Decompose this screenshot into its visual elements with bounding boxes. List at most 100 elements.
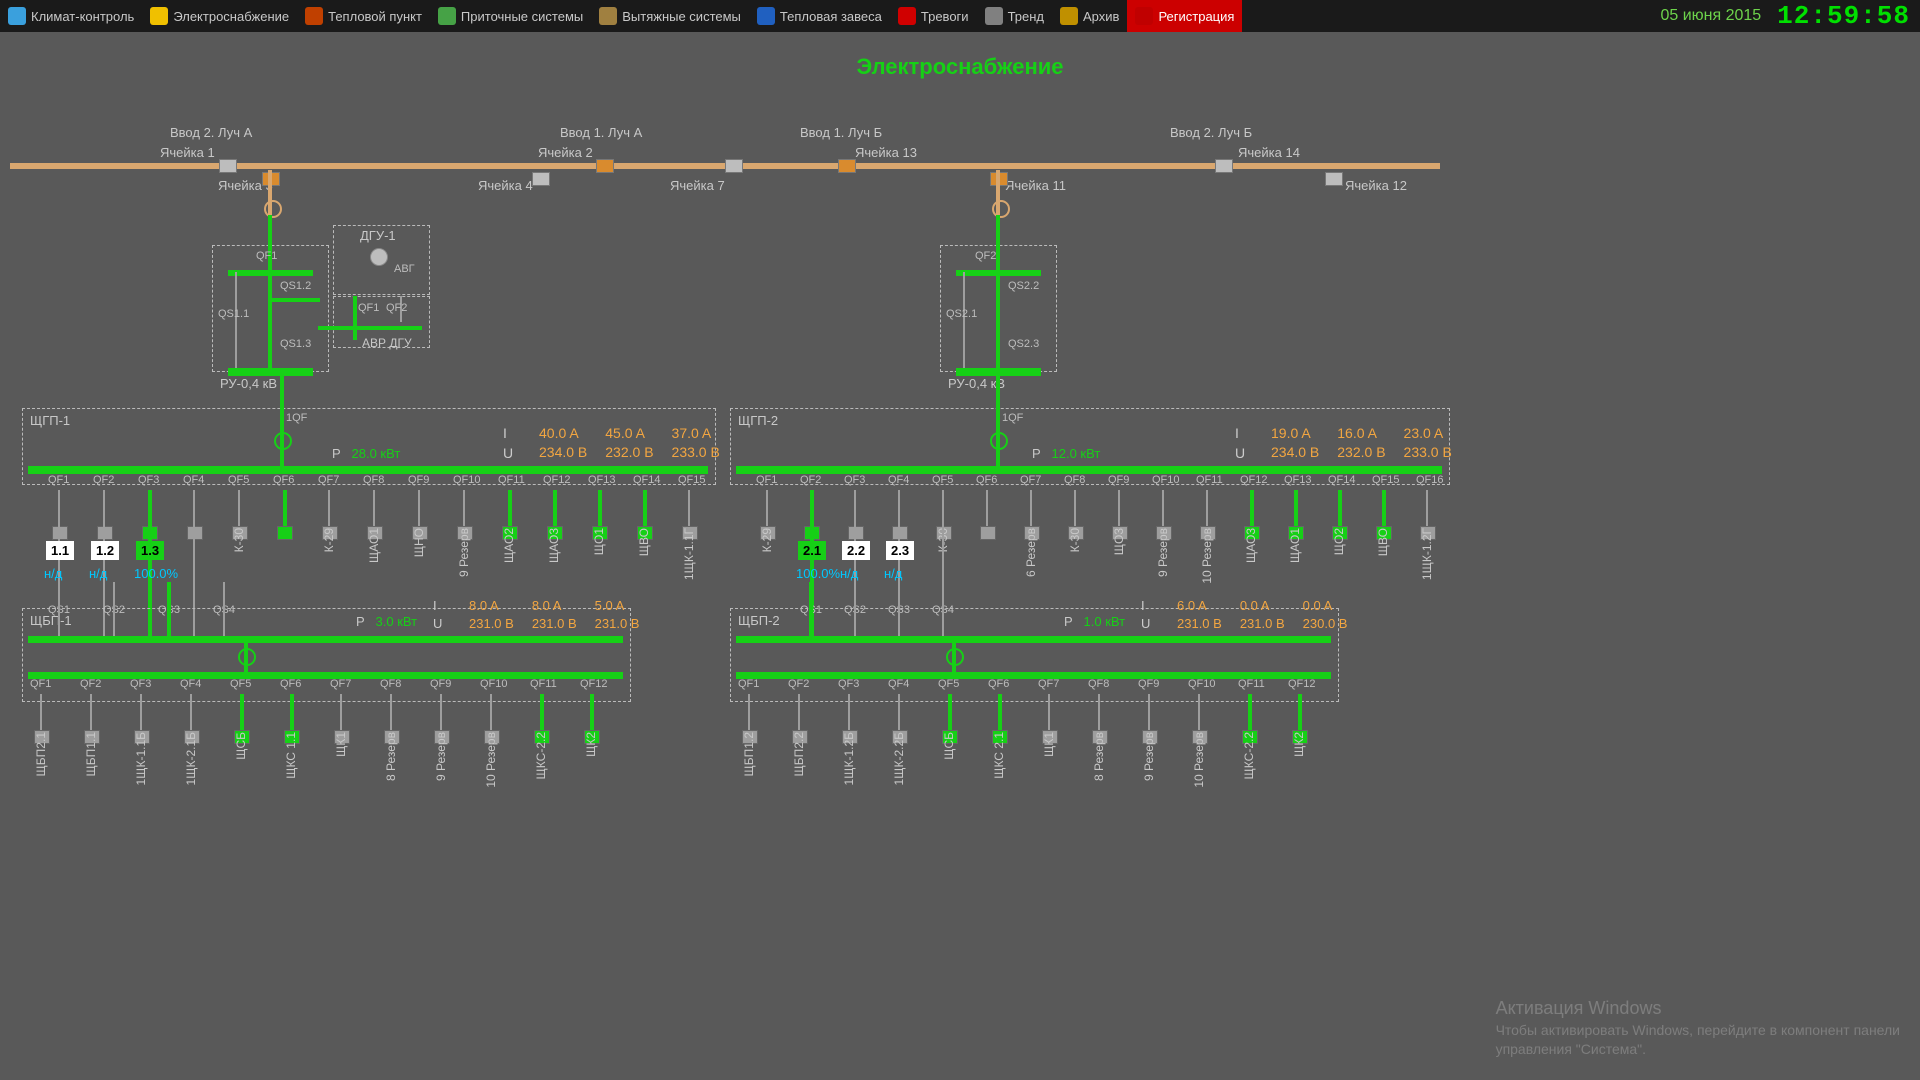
feeder-qf[interactable]: QF14 (1328, 474, 1356, 486)
feeder-qf[interactable]: QF3 (130, 678, 151, 690)
feeder-qf[interactable]: QF1 (738, 678, 759, 690)
feeder-qf[interactable]: QF5 (932, 474, 953, 486)
feeder-qf[interactable]: QF12 (1240, 474, 1268, 486)
sw-qf1[interactable]: QF1 (256, 250, 277, 262)
feeder-qf[interactable]: QF15 (678, 474, 706, 486)
feeder-qf[interactable]: QF11 (1196, 474, 1223, 486)
feeder-qf[interactable]: QF3 (838, 678, 859, 690)
feeder-qf[interactable]: QF1 (30, 678, 51, 690)
feeder-qf[interactable]: QF6 (273, 474, 294, 486)
feeder-qf[interactable]: QF13 (588, 474, 616, 486)
load-icon[interactable] (187, 526, 203, 540)
feeder-qf[interactable]: QF6 (976, 474, 997, 486)
ups-tag[interactable]: 2.3 (886, 541, 914, 560)
feeder-qf[interactable]: QF5 (938, 678, 959, 690)
feeder-qf[interactable]: QF11 (530, 678, 557, 690)
feeder-qf[interactable]: QF8 (380, 678, 401, 690)
sw-1qf-l[interactable]: 1QF (286, 412, 307, 424)
feeder-qf[interactable]: QF12 (543, 474, 571, 486)
closed-breaker-icon[interactable] (990, 432, 1008, 450)
load-icon[interactable] (848, 526, 864, 540)
ups-tag[interactable]: 1.2 (91, 541, 119, 560)
sw-dqf1[interactable]: QF1 (358, 302, 379, 314)
feeder-qf[interactable]: QF14 (633, 474, 661, 486)
feeder-qf[interactable]: QF9 (1138, 678, 1159, 690)
nav-2[interactable]: Тепловой пункт (297, 0, 430, 32)
feeder-qf[interactable]: QF7 (1038, 678, 1059, 690)
nav-8[interactable]: Архив (1052, 0, 1127, 32)
ups-tag[interactable]: 2.1 (798, 541, 826, 560)
breaker-icon[interactable] (532, 172, 550, 186)
feeder-qf[interactable]: QF9 (1108, 474, 1129, 486)
feeder-qf[interactable]: QF5 (230, 678, 251, 690)
nav-0[interactable]: Климат-контроль (0, 0, 142, 32)
breaker-icon[interactable] (1215, 159, 1233, 173)
feeder-qf[interactable]: QF15 (1372, 474, 1400, 486)
feeder-qf[interactable]: QF4 (888, 678, 909, 690)
closed-breaker-icon[interactable] (946, 648, 964, 666)
feeder-qf[interactable]: QF6 (280, 678, 301, 690)
feeder-qf[interactable]: QF2 (788, 678, 809, 690)
nav-6[interactable]: Тревоги (890, 0, 977, 32)
feeder-qf[interactable]: QF2 (93, 474, 114, 486)
nav-7[interactable]: Тренд (977, 0, 1052, 32)
ups-tag[interactable]: 1.1 (46, 541, 74, 560)
feeder-qf[interactable]: QF3 (138, 474, 159, 486)
feeder-qf[interactable]: QF10 (453, 474, 481, 486)
feeder-qf[interactable]: QF12 (1288, 678, 1316, 690)
feeder-qf[interactable]: QF10 (1152, 474, 1180, 486)
ups-tag[interactable]: 1.3 (136, 541, 164, 560)
feeder-qf[interactable]: QF16 (1416, 474, 1444, 486)
feeder-qf[interactable]: QF6 (988, 678, 1009, 690)
feeder-qf[interactable]: QF8 (363, 474, 384, 486)
feeder-qf[interactable]: QF9 (408, 474, 429, 486)
sw-qs13[interactable]: QS1.3 (280, 338, 311, 350)
feeder-qf[interactable]: QF8 (1088, 678, 1109, 690)
feeder-qf[interactable]: QF7 (330, 678, 351, 690)
breaker-icon[interactable] (1325, 172, 1343, 186)
feeder-qf[interactable]: QF10 (1188, 678, 1216, 690)
feeder-qf[interactable]: QF7 (318, 474, 339, 486)
sw-qf2[interactable]: QF2 (975, 250, 996, 262)
breaker-icon[interactable] (725, 159, 743, 173)
nav-5[interactable]: Тепловая завеса (749, 0, 890, 32)
breaker-icon[interactable] (219, 159, 237, 173)
feeder-qf[interactable]: QF2 (80, 678, 101, 690)
feeder-qf[interactable]: QF1 (48, 474, 69, 486)
feeder-qf[interactable]: QF7 (1020, 474, 1041, 486)
feeder-qf[interactable]: QF8 (1064, 474, 1085, 486)
load-icon[interactable] (277, 526, 293, 540)
nav-9[interactable]: Регистрация (1127, 0, 1242, 32)
feeder-qf[interactable]: QF2 (800, 474, 821, 486)
nav-4[interactable]: Вытяжные системы (591, 0, 749, 32)
feeder-qf[interactable]: QF3 (844, 474, 865, 486)
nav-1[interactable]: Электроснабжение (142, 0, 297, 32)
feeder-qf[interactable]: QF4 (180, 678, 201, 690)
load-icon[interactable] (980, 526, 996, 540)
feeder-qf[interactable]: QF1 (756, 474, 777, 486)
closed-breaker-icon[interactable] (238, 648, 256, 666)
feeder-qf[interactable]: QF11 (498, 474, 525, 486)
nav-3[interactable]: Приточные системы (430, 0, 591, 32)
load-icon[interactable] (52, 526, 68, 540)
breaker-icon[interactable] (838, 159, 856, 173)
sw-qs12[interactable]: QS1.2 (280, 280, 311, 292)
feeder-qf[interactable]: QF10 (480, 678, 508, 690)
load-icon[interactable] (97, 526, 113, 540)
closed-breaker-icon[interactable] (274, 432, 292, 450)
feeder-qf[interactable]: QF11 (1238, 678, 1265, 690)
sw-qs21[interactable]: QS2.1 (946, 308, 977, 320)
load-icon[interactable] (892, 526, 908, 540)
sw-dqf2[interactable]: QF2 (386, 302, 407, 314)
feeder-qf[interactable]: QF4 (888, 474, 909, 486)
sw-qs11[interactable]: QS1.1 (218, 308, 249, 320)
breaker-icon[interactable] (596, 159, 614, 173)
feeder-qf[interactable]: QF5 (228, 474, 249, 486)
feeder-qf[interactable]: QF12 (580, 678, 608, 690)
feeder-qf[interactable]: QF13 (1284, 474, 1312, 486)
feeder-qf[interactable]: QF9 (430, 678, 451, 690)
ups-tag[interactable]: 2.2 (842, 541, 870, 560)
sw-qs22[interactable]: QS2.2 (1008, 280, 1039, 292)
sw-1qf-r[interactable]: 1QF (1002, 412, 1023, 424)
sw-qs23[interactable]: QS2.3 (1008, 338, 1039, 350)
